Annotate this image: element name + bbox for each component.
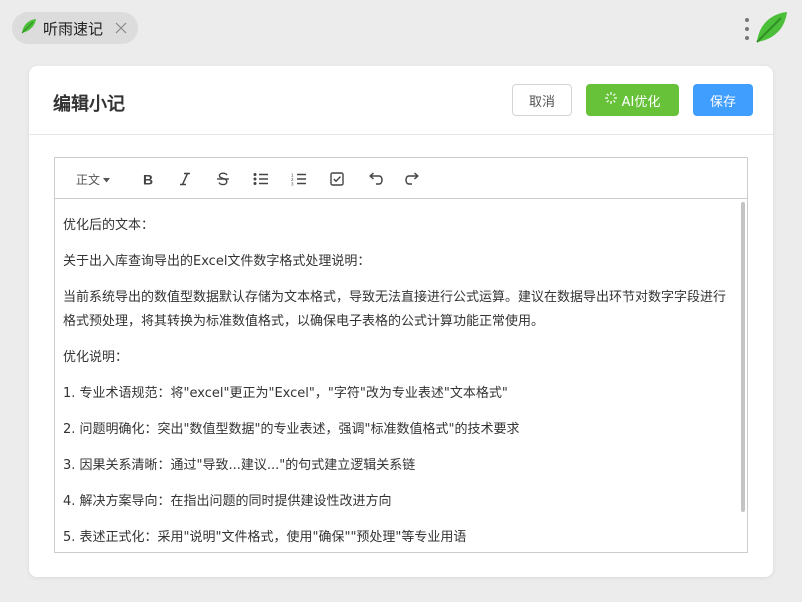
app-logo-icon: [20, 17, 38, 39]
ai-optimize-label: AI优化: [621, 94, 661, 110]
cancel-label: 取消: [528, 94, 555, 110]
dialog-header: 编辑小记 取消 AI优化 保存: [29, 66, 773, 135]
rich-text-editor: 正文 B 1 2 3 优化后的文本： 关于出入库查询导出的Excel文件数字格式…: [54, 157, 748, 553]
content-paragraph: 优化说明：: [63, 350, 129, 365]
brand-logo-icon: [753, 8, 791, 50]
svg-text:3: 3: [291, 182, 294, 187]
editor-scrollbar[interactable]: [741, 202, 745, 512]
edit-note-dialog: 编辑小记 取消 AI优化 保存 正文 B 1 2 3 优化后的文本： 关于出入库…: [29, 66, 773, 577]
cancel-button[interactable]: 取消: [512, 84, 572, 116]
tab-close-icon[interactable]: [114, 21, 128, 35]
content-paragraph: 当前系统导出的数值型数据默认存储为文本格式，导致无法直接进行公式运算。建议在数据…: [63, 290, 727, 329]
sparkle-icon: [604, 92, 617, 108]
dialog-title: 编辑小记: [53, 94, 125, 115]
editor-toolbar: 正文 B 1 2 3: [55, 158, 747, 199]
strikethrough-icon[interactable]: [213, 167, 233, 191]
editor-content[interactable]: 优化后的文本： 关于出入库查询导出的Excel文件数字格式处理说明： 当前系统导…: [55, 200, 747, 552]
app-tab[interactable]: 听雨速记: [12, 12, 138, 44]
redo-icon[interactable]: [403, 167, 423, 191]
content-paragraph: 2. 问题明确化：突出"数值型数据"的专业表述，强调"标准数值格式"的技术要求: [63, 422, 520, 437]
caret-down-icon: [103, 172, 110, 186]
numbered-list-icon[interactable]: 1 2 3: [289, 167, 309, 191]
content-paragraph: 关于出入库查询导出的Excel文件数字格式处理说明：: [63, 254, 371, 269]
checklist-icon[interactable]: [327, 167, 347, 191]
content-paragraph: 4. 解决方案导向：在指出问题的同时提供建设性改进方向: [63, 494, 392, 509]
svg-text:B: B: [143, 172, 153, 186]
content-paragraph: 1. 专业术语规范：将"excel"更正为"Excel"，"字符"改为专业表述"…: [63, 386, 508, 401]
content-paragraph: 5. 表述正式化：采用"说明"文件格式，使用"确保""预处理"等专业用语: [63, 530, 467, 545]
bullet-list-icon[interactable]: [251, 167, 271, 191]
bold-icon[interactable]: B: [137, 167, 157, 191]
ai-optimize-button[interactable]: AI优化: [586, 84, 679, 116]
save-button[interactable]: 保存: [693, 84, 753, 116]
more-menu-icon[interactable]: [740, 16, 754, 42]
content-paragraph: 优化后的文本：: [63, 218, 155, 233]
italic-icon[interactable]: [175, 167, 195, 191]
tab-title: 听雨速记: [43, 19, 104, 38]
undo-icon[interactable]: [365, 167, 385, 191]
paragraph-style-dropdown[interactable]: 正文: [65, 167, 121, 191]
content-paragraph: 3. 因果关系清晰：通过"导致...建议..."的句式建立逻辑关系链: [63, 458, 416, 473]
paragraph-style-label: 正文: [75, 172, 100, 187]
save-label: 保存: [709, 94, 736, 110]
